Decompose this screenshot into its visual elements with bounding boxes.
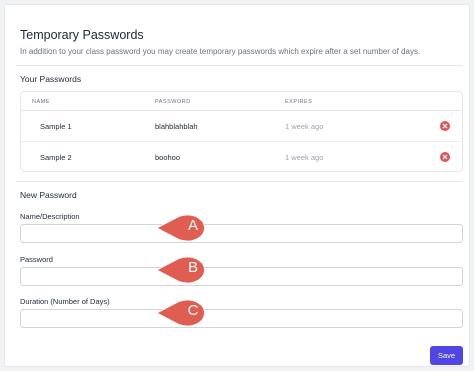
name-description-label: Name/Description xyxy=(20,212,80,221)
table-row: Sample 1 blahblahblah 1 week ago xyxy=(21,111,462,142)
row-expires: 1 week ago xyxy=(285,122,324,131)
row-password: blahblahblah xyxy=(155,122,198,131)
table-header: NAME PASSWORD EXPIRES xyxy=(21,92,462,111)
password-label: Password xyxy=(20,255,53,264)
page-subtitle: In addition to your class password you m… xyxy=(20,47,421,56)
callout-marker-c: C xyxy=(155,298,207,328)
callout-marker-b: B xyxy=(155,255,207,285)
row-password: boohoo xyxy=(155,153,181,162)
temporary-passwords-panel: Temporary Passwords In addition to your … xyxy=(4,4,470,367)
column-header-password: PASSWORD xyxy=(155,99,191,105)
callout-label: A xyxy=(187,217,198,234)
column-header-expires: EXPIRES xyxy=(285,99,313,105)
row-expires: 1 week ago xyxy=(285,153,324,162)
divider xyxy=(16,181,463,182)
table-row: Sample 2 boohoo 1 week ago xyxy=(21,142,462,171)
passwords-table: NAME PASSWORD EXPIRES Sample 1 blahblahb… xyxy=(20,91,463,172)
page-title: Temporary Passwords xyxy=(20,28,144,42)
divider xyxy=(16,65,463,66)
duration-label: Duration (Number of Days) xyxy=(20,297,110,306)
save-button[interactable]: Save xyxy=(430,346,463,365)
row-name: Sample 1 xyxy=(40,122,72,131)
password-input[interactable] xyxy=(20,267,463,286)
callout-marker-a: A xyxy=(155,213,207,243)
callout-label: B xyxy=(187,259,198,276)
column-header-name: NAME xyxy=(32,99,50,105)
duration-input[interactable] xyxy=(20,309,463,328)
new-password-heading: New Password xyxy=(20,190,77,200)
delete-x-circle-icon[interactable] xyxy=(440,121,450,131)
delete-x-circle-icon[interactable] xyxy=(440,152,450,162)
row-name: Sample 2 xyxy=(40,153,72,162)
callout-label: C xyxy=(187,302,199,319)
name-description-input[interactable] xyxy=(20,224,463,243)
your-passwords-heading: Your Passwords xyxy=(20,74,82,84)
